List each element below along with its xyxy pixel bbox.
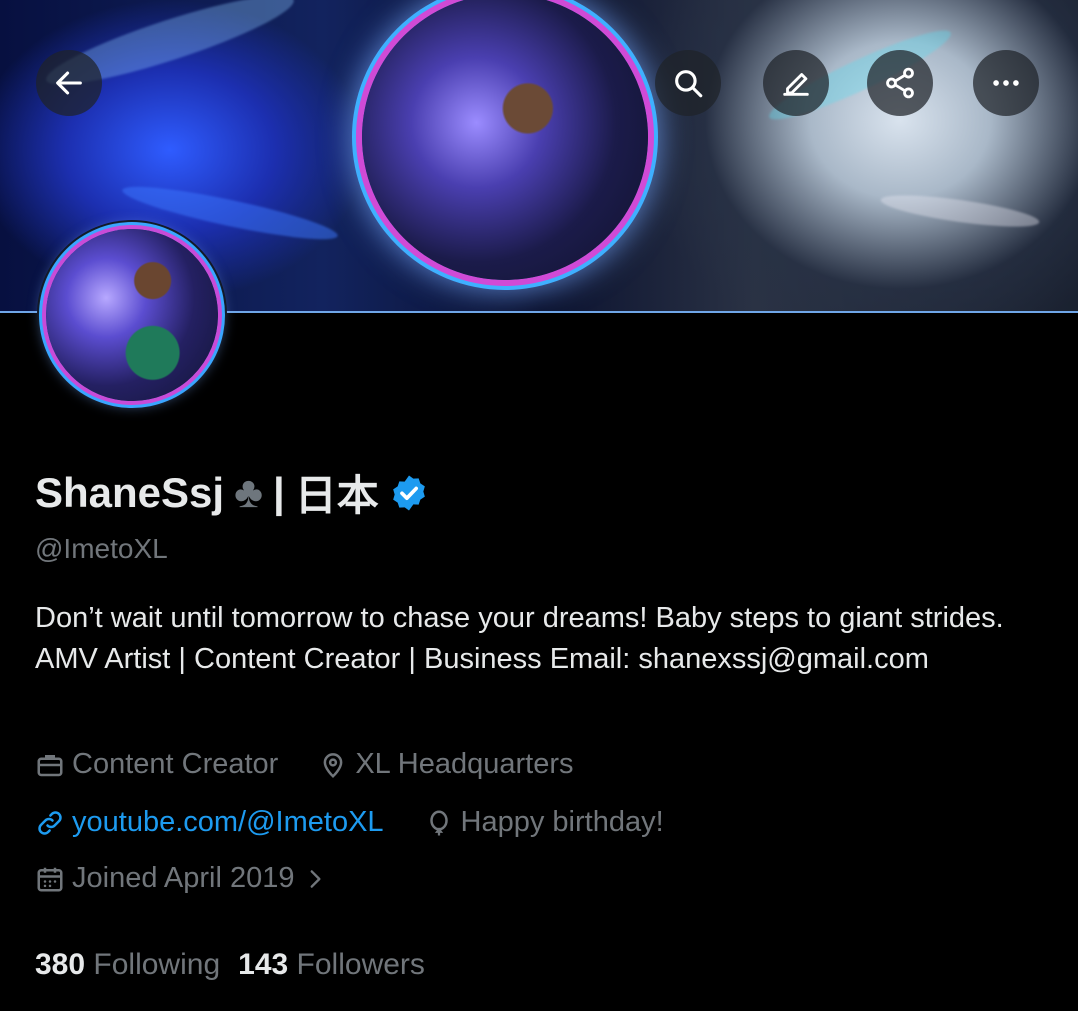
category-label: Content Creator bbox=[72, 748, 279, 780]
balloon-icon bbox=[429, 810, 448, 835]
country-text: 日本 bbox=[294, 472, 379, 519]
following-label: Following bbox=[93, 948, 221, 981]
profile-meta-row-2: youtube.com/@ImetoXL Happy birthday! bbox=[35, 806, 704, 839]
user-handle: @ImetoXL bbox=[35, 533, 168, 564]
profile-meta-row-1: Content Creator XL Headquarters bbox=[35, 748, 614, 781]
banner-avatar-art bbox=[362, 0, 648, 280]
followers-label: Followers bbox=[296, 948, 425, 981]
avatar-image bbox=[46, 229, 218, 401]
following-stat[interactable]: 380 Following bbox=[35, 948, 220, 982]
followers-stat[interactable]: 143 Followers bbox=[238, 948, 425, 982]
link-icon bbox=[38, 810, 62, 835]
following-count: 380 bbox=[35, 948, 86, 981]
location-label: XL Headquarters bbox=[355, 748, 574, 780]
share-icon bbox=[886, 67, 914, 99]
calendar-icon bbox=[37, 867, 63, 891]
edit-button[interactable] bbox=[763, 50, 829, 116]
display-name: ShaneSsj bbox=[35, 468, 225, 516]
profile-page: ShaneSsj ♣ | 日本 @ImetoXL Don’t wait unti… bbox=[0, 0, 1078, 1011]
search-button[interactable] bbox=[655, 50, 721, 116]
more-horizontal-icon bbox=[993, 80, 1019, 86]
more-button[interactable] bbox=[973, 50, 1039, 116]
verified-badge-icon[interactable] bbox=[389, 473, 429, 513]
share-button[interactable] bbox=[867, 50, 933, 116]
pencil-icon bbox=[783, 73, 809, 96]
profile-meta-row-3: Joined April 2019 bbox=[35, 862, 368, 895]
joined-label: Joined April 2019 bbox=[72, 862, 295, 894]
name-separator: | bbox=[272, 468, 285, 516]
location-pin-icon bbox=[323, 752, 343, 778]
birthday-label: Happy birthday! bbox=[460, 806, 664, 838]
location-item: XL Headquarters bbox=[318, 748, 574, 781]
followers-count: 143 bbox=[238, 948, 289, 981]
display-name-row: ShaneSsj ♣ | 日本 bbox=[35, 462, 429, 523]
website-link[interactable]: youtube.com/@ImetoXL bbox=[35, 806, 384, 839]
briefcase-icon bbox=[37, 754, 63, 776]
club-symbol: ♣ bbox=[234, 467, 263, 517]
avatar[interactable] bbox=[37, 220, 227, 410]
back-button[interactable] bbox=[36, 50, 102, 116]
arrow-left-icon bbox=[56, 71, 82, 95]
joined-item[interactable]: Joined April 2019 bbox=[35, 862, 328, 895]
category-item: Content Creator bbox=[35, 748, 278, 781]
follow-stats: 380 Following 143 Followers bbox=[35, 948, 425, 982]
website-label[interactable]: youtube.com/@ImetoXL bbox=[72, 806, 384, 839]
chevron-right-icon bbox=[310, 869, 321, 888]
search-icon bbox=[675, 70, 703, 98]
profile-bio: Don’t wait until tomorrow to chase your … bbox=[35, 602, 1004, 675]
birthday-item: Happy birthday! bbox=[424, 806, 664, 839]
